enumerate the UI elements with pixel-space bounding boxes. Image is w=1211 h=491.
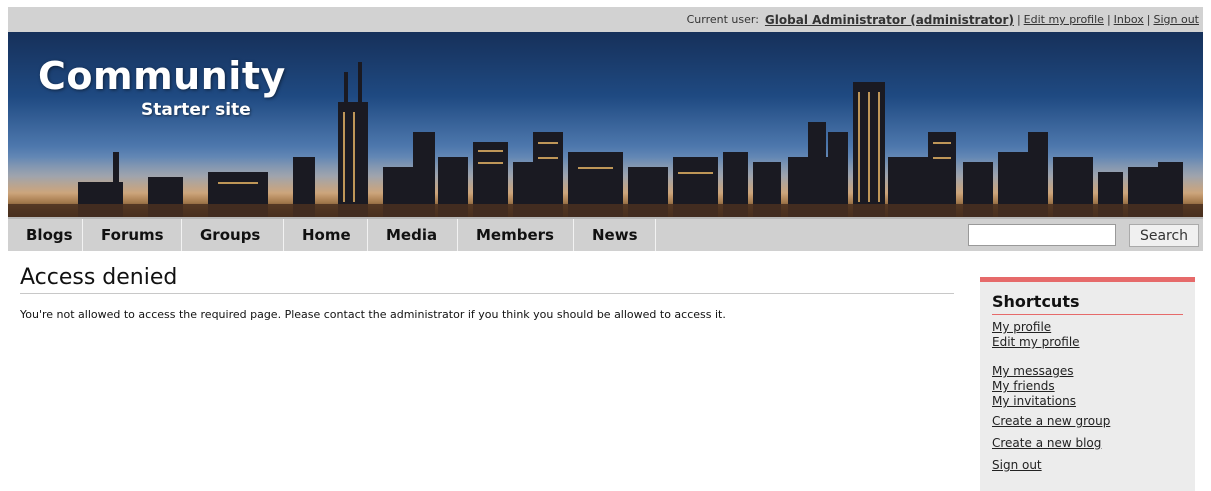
shortcut-create-blog[interactable]: Create a new blog [992,436,1183,451]
user-bar: Current user: Global Administrator (admi… [8,7,1203,32]
nav-item-forums[interactable]: Forums [83,219,182,251]
header-banner: Community Starter site [8,32,1203,217]
access-denied-message: You're not allowed to access the require… [20,308,726,321]
edit-profile-link[interactable]: Edit my profile [1024,13,1104,26]
inbox-link[interactable]: Inbox [1114,13,1144,26]
nav-item-home[interactable]: Home [284,219,368,251]
current-user-label: Current user: [686,13,759,26]
main-nav: Blogs Forums Groups Home Media Members N… [8,217,1203,251]
shortcut-sign-out[interactable]: Sign out [992,458,1183,473]
sign-out-link[interactable]: Sign out [1153,13,1199,26]
site-logo-subtitle: Starter site [141,100,251,120]
search-input[interactable] [968,224,1116,246]
current-user-link[interactable]: Global Administrator (administrator) [765,13,1014,27]
main-content: Access denied You're not allowed to acce… [20,265,954,321]
shortcut-my-messages[interactable]: My messages [992,364,1183,379]
nav-item-blogs[interactable]: Blogs [8,219,83,251]
shortcut-create-group[interactable]: Create a new group [992,414,1183,429]
separator: | [1146,13,1151,26]
shortcuts-title: Shortcuts [992,292,1183,315]
search-button[interactable]: Search [1129,224,1199,247]
current-user-container: Global Administrator (administrator) [765,13,1014,27]
page-wrapper: Current user: Global Administrator (admi… [8,7,1203,251]
nav-item-members[interactable]: Members [458,219,574,251]
shortcuts-group-profile: My profile Edit my profile [992,320,1183,350]
nav-item-news[interactable]: News [574,219,656,251]
shortcut-my-profile[interactable]: My profile [992,320,1183,335]
site-logo-title[interactable]: Community [38,54,286,98]
shortcut-my-invitations[interactable]: My invitations [992,394,1183,409]
shortcut-edit-profile[interactable]: Edit my profile [992,335,1183,350]
separator: | [1106,13,1111,26]
shortcuts-panel: Shortcuts My profile Edit my profile My … [980,277,1195,491]
shortcut-my-friends[interactable]: My friends [992,379,1183,394]
nav-item-groups[interactable]: Groups [182,219,284,251]
shortcuts-group-social: My messages My friends My invitations [992,364,1183,409]
separator: | [1016,13,1021,26]
page-title: Access denied [20,265,954,294]
nav-item-media[interactable]: Media [368,219,458,251]
